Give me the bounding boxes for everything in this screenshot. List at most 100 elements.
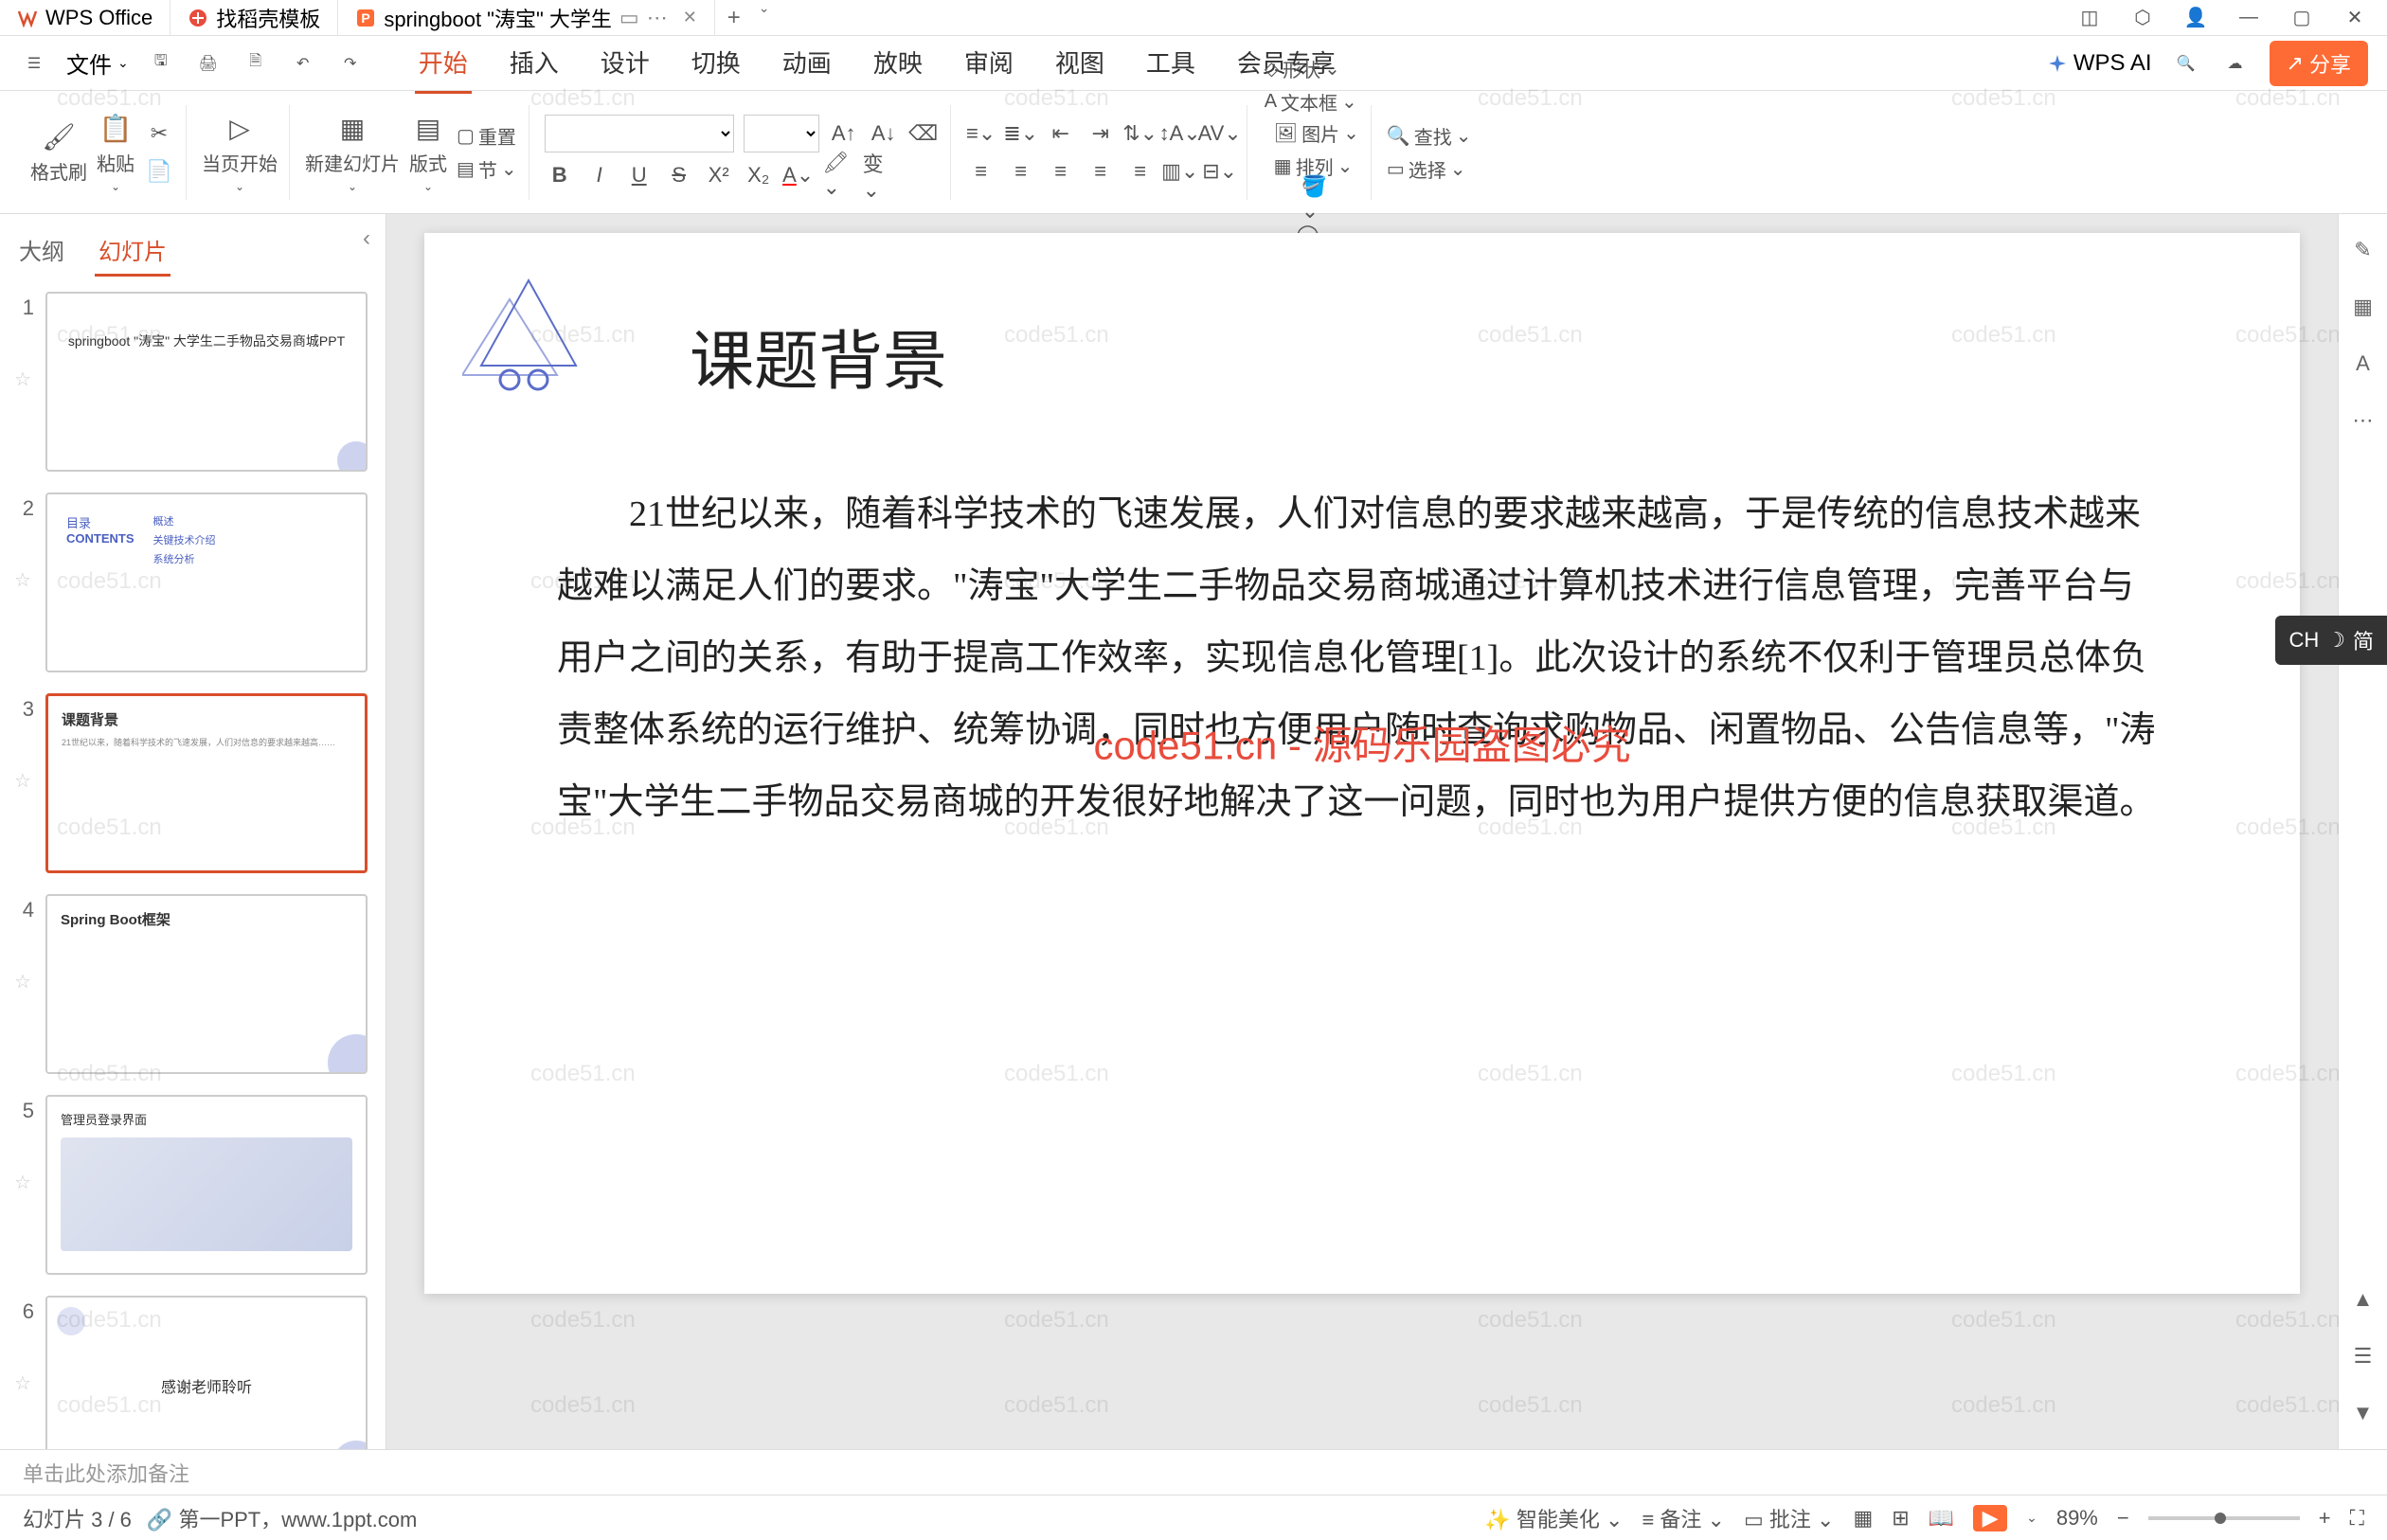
scroll-row-icon[interactable]: ☰ <box>2346 1339 2380 1373</box>
star-icon[interactable]: ☆ <box>14 568 31 592</box>
find-button[interactable]: 🔍 查找 ⌄ <box>1387 122 1472 150</box>
decrease-indent-icon[interactable]: ⇤ <box>1046 118 1076 149</box>
superscript-button[interactable]: X² <box>704 160 734 190</box>
zoom-in-button[interactable]: + <box>2319 1506 2331 1531</box>
decrease-font-icon[interactable]: A↓ <box>869 118 899 149</box>
change-case-button[interactable]: 变⌄ <box>863 160 893 190</box>
slide-thumb-2[interactable]: 2 ☆ 目录CONTENTS 概述 关键技术介绍 系统分析 <box>11 492 374 672</box>
save-icon[interactable]: 🖫 <box>146 48 176 79</box>
ime-indicator[interactable]: CH ☽ 简 <box>2275 616 2387 665</box>
review-toggle[interactable]: ▭ 批注 ⌄ <box>1744 1503 1834 1533</box>
select-button[interactable]: ▭ 选择 ⌄ <box>1387 155 1472 183</box>
hamburger-icon[interactable]: ☰ <box>19 48 49 79</box>
italic-button[interactable]: I <box>584 160 615 190</box>
star-icon[interactable]: ☆ <box>14 769 31 793</box>
picture-button[interactable]: 🖼 图片 ⌄ <box>1274 119 1359 147</box>
from-current-button[interactable]: ▷ 当页开始⌄ <box>202 111 278 193</box>
font-family-select[interactable] <box>545 115 734 152</box>
undo-icon[interactable]: ↶ <box>288 48 318 79</box>
fill-color-icon[interactable]: 🪣⌄ <box>1301 184 1332 214</box>
tab-view[interactable]: 视图 <box>1051 33 1108 94</box>
view-reading-icon[interactable]: 📖 <box>1929 1506 1954 1531</box>
minimize-icon[interactable]: — <box>2235 5 2262 31</box>
play-dropdown-icon[interactable]: ⌄ <box>2026 1510 2037 1526</box>
tab-dropdown-icon[interactable]: ⌄ <box>759 0 770 35</box>
scroll-up-icon[interactable]: ▲ <box>2346 1282 2380 1316</box>
pencil-icon[interactable]: ✎ <box>2346 233 2380 267</box>
tab-animation[interactable]: 动画 <box>779 33 835 94</box>
slide-thumb-3[interactable]: 3 ☆ 课题背景 21世纪以来，随着科学技术的飞速发展，人们对信息的要求越来越高… <box>11 693 374 873</box>
file-menu[interactable]: 文件 ⌄ <box>66 46 129 80</box>
slide-body-text[interactable]: 21世纪以来，随着科学技术的飞速发展，人们对信息的要求越来越高，于是传统的信息技… <box>519 478 2205 838</box>
tab-menu-icon[interactable]: ⋯ <box>647 6 668 30</box>
star-icon[interactable]: ☆ <box>14 1171 31 1194</box>
wps-ai-button[interactable]: WPS AI <box>2047 50 2152 77</box>
tab-slideshow[interactable]: 放映 <box>870 33 926 94</box>
zoom-value[interactable]: 89% <box>2056 1506 2098 1531</box>
bullet-list-icon[interactable]: ≡⌄ <box>966 118 996 149</box>
cube-icon[interactable]: ⬡ <box>2129 5 2156 31</box>
play-slideshow-button[interactable]: ▶ <box>1973 1505 2007 1531</box>
highlight-button[interactable]: 🖍⌄ <box>823 160 853 190</box>
more-icon[interactable]: ⋯ <box>2346 403 2380 438</box>
font-color-button[interactable]: A⌄ <box>783 160 814 190</box>
columns-icon[interactable]: ▥⌄ <box>1165 156 1195 187</box>
slide-thumb-4[interactable]: 4 ☆ Spring Boot框架 <box>11 894 374 1074</box>
canvas-scroll[interactable]: 课题背景 21世纪以来，随着科学技术的飞速发展，人们对信息的要求越来越高，于是传… <box>386 214 2338 1449</box>
avatar-icon[interactable]: 👤 <box>2182 5 2209 31</box>
close-tab-icon[interactable]: ✕ <box>683 8 697 27</box>
cloud-icon[interactable]: ☁ <box>2220 48 2251 79</box>
clear-format-icon[interactable]: ⌫ <box>908 118 939 149</box>
cut-icon[interactable]: ✂ <box>144 118 174 149</box>
format-painter-button[interactable]: 🖌 格式刷 <box>30 119 87 185</box>
tab-transition[interactable]: 切换 <box>688 33 745 94</box>
tab-review[interactable]: 审阅 <box>960 33 1017 94</box>
fit-window-icon[interactable]: ⛶ <box>2350 1506 2364 1531</box>
line-spacing-icon[interactable]: ⇅⌄ <box>1125 118 1156 149</box>
slide-thumb-6[interactable]: 6 ☆ 感谢老师聆听 <box>11 1296 374 1449</box>
view-normal-icon[interactable]: ▦ <box>1853 1506 1873 1531</box>
share-button[interactable]: ↗ 分享 <box>2270 41 2368 86</box>
subscript-button[interactable]: X₂ <box>744 160 774 190</box>
zoom-slider-thumb[interactable] <box>2215 1513 2226 1524</box>
strikethrough-button[interactable]: S <box>664 160 694 190</box>
align-left-icon[interactable]: ≡ <box>966 156 996 187</box>
distribute-icon[interactable]: ≡ <box>1125 156 1156 187</box>
tab-design[interactable]: 设计 <box>597 33 654 94</box>
close-window-icon[interactable]: ✕ <box>2342 5 2368 31</box>
textbox-button[interactable]: A 文本框 ⌄ <box>1265 88 1357 116</box>
zoom-out-button[interactable]: − <box>2117 1506 2129 1531</box>
slide-title[interactable]: 课题背景 <box>690 309 2205 403</box>
slide-thumb-5[interactable]: 5 ☆ 管理员登录界面 <box>11 1095 374 1275</box>
scroll-down-icon[interactable]: ▼ <box>2346 1396 2380 1430</box>
search-icon[interactable]: 🔍 <box>2171 48 2201 79</box>
zoom-slider[interactable] <box>2148 1516 2300 1520</box>
beautify-button[interactable]: ✨ 智能美化 ⌄ <box>1484 1503 1623 1533</box>
add-tab-button[interactable]: + <box>715 0 753 35</box>
layout-button[interactable]: ▤ 版式⌄ <box>409 111 447 193</box>
align-right-icon[interactable]: ≡ <box>1046 156 1076 187</box>
reset-button[interactable]: ▢ 重置 <box>457 122 517 150</box>
text-direction-icon[interactable]: ↕A⌄ <box>1165 118 1195 149</box>
redo-icon[interactable]: ↷ <box>335 48 366 79</box>
tab-insert[interactable]: 插入 <box>506 33 563 94</box>
slides-tab[interactable]: 幻灯片 <box>95 225 170 277</box>
font-size-select[interactable] <box>744 115 819 152</box>
vertical-align-icon[interactable]: ⊟⌄ <box>1205 156 1235 187</box>
app-tab-document[interactable]: P springboot "涛宝" 大学生 ▭ ⋯ ✕ <box>338 0 714 35</box>
print-icon[interactable]: 🖨 <box>193 48 224 79</box>
slide-canvas[interactable]: 课题背景 21世纪以来，随着科学技术的飞速发展，人们对信息的要求越来越高，于是传… <box>424 233 2300 1294</box>
paste-button[interactable]: 📋 粘贴⌄ <box>97 111 135 193</box>
align-center-icon[interactable]: ≡ <box>1006 156 1036 187</box>
slide-thumb-1[interactable]: 1 ☆ springboot "涛宝" 大学生二手物品交易商城PPT <box>11 292 374 472</box>
app-tab-templates[interactable]: 找稻壳模板 <box>170 0 338 35</box>
number-list-icon[interactable]: ≣⌄ <box>1006 118 1036 149</box>
view-sorter-icon[interactable]: ⊞ <box>1892 1506 1909 1531</box>
collapse-panel-icon[interactable]: ‹ <box>363 225 370 252</box>
tab-start[interactable]: 开始 <box>415 33 472 94</box>
shape-button[interactable]: ◇ 形状 ⌄ <box>1265 55 1357 82</box>
outline-tab[interactable]: 大纲 <box>15 225 68 277</box>
increase-font-icon[interactable]: A↑ <box>829 118 859 149</box>
star-icon[interactable]: ☆ <box>14 1371 31 1395</box>
bold-button[interactable]: B <box>545 160 575 190</box>
